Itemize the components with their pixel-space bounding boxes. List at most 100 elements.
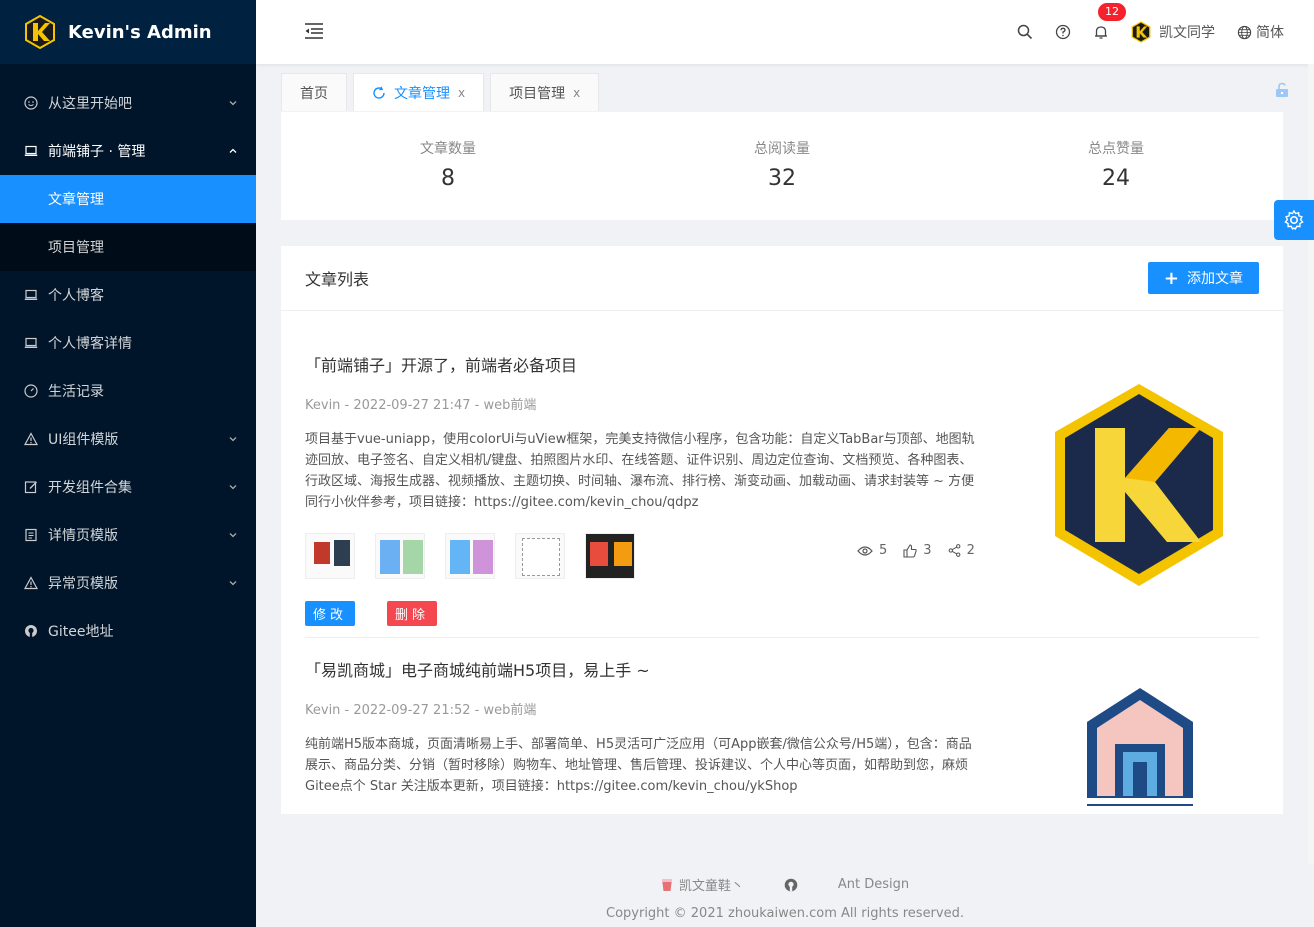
article-description: 纯前端H5版本商城，页面清晰易上手、部署简单、H5灵活可广泛应用（可App嵌套/… (305, 737, 972, 794)
divider (305, 637, 1259, 638)
sidebar-item-project-management[interactable]: 项目管理 (0, 223, 256, 271)
thumbnail-image[interactable] (515, 533, 565, 579)
thumbnail-image[interactable] (445, 533, 495, 579)
delete-button[interactable]: 删除 (387, 601, 438, 626)
profile-icon (24, 528, 38, 542)
card-title: 文章列表 (305, 270, 370, 289)
chevron-down-icon (229, 485, 237, 490)
chevron-down-icon (229, 581, 237, 586)
sidebar-item-error-templates[interactable]: 异常页模版 (0, 559, 256, 607)
stats-panel: 文章数量 8 总阅读量 32 总点赞量 24 (281, 112, 1283, 220)
views-stat: 5 (857, 543, 887, 558)
share-icon (948, 544, 960, 557)
settings-button[interactable] (1274, 200, 1314, 240)
unlock-icon[interactable] (1274, 82, 1290, 98)
brand[interactable]: Kevin's Admin (0, 0, 256, 64)
tab-label: 文章管理 (394, 85, 450, 102)
footer-link-github[interactable] (784, 878, 798, 892)
scrollbar[interactable] (1308, 64, 1314, 864)
tab-article-management[interactable]: 文章管理 x (353, 73, 485, 111)
tab-home[interactable]: 首页 (281, 73, 347, 111)
thumbnail-image[interactable] (585, 533, 635, 579)
stat-label: 总点赞量 (1088, 141, 1144, 157)
laptop-icon (24, 336, 38, 350)
like-icon (903, 543, 917, 558)
sidebar-item-detail-templates[interactable]: 详情页模版 (0, 511, 256, 559)
article-stats: 5 3 2 (857, 543, 975, 558)
sidebar-item-label: 异常页模版 (48, 576, 118, 592)
chevron-up-icon (229, 148, 237, 153)
user-name: 凯文同学 (1159, 25, 1215, 41)
tab-project-management[interactable]: 项目管理 x (490, 73, 600, 111)
sidebar-item-gitee[interactable]: Gitee地址 (0, 607, 256, 655)
chevron-down-icon (229, 101, 237, 106)
sidebar-item-ui-templates[interactable]: UI组件模版 (0, 415, 256, 463)
notification-badge: 12 (1097, 2, 1127, 22)
shares-stat[interactable]: 2 (948, 543, 975, 558)
sidebar-item-blog-detail[interactable]: 个人博客详情 (0, 319, 256, 367)
article-description: 项目基于vue-uniapp，使用colorUi与uView框架，完美支持微信小… (305, 432, 975, 510)
likes-count: 3 (923, 543, 932, 558)
sidebar-item-life[interactable]: 生活记录 (0, 367, 256, 415)
github-icon (24, 624, 38, 638)
sidebar-item-dev-components[interactable]: 开发组件合集 (0, 463, 256, 511)
warning-icon (24, 576, 38, 590)
laptop-icon (24, 288, 38, 302)
stat-label: 总阅读量 (754, 141, 810, 157)
search-button[interactable] (1017, 24, 1033, 40)
sidebar-item-label: UI组件模版 (48, 432, 119, 448)
stat-value: 24 (1102, 166, 1130, 191)
likes-stat[interactable]: 3 (903, 543, 932, 558)
question-circle-icon (1055, 24, 1071, 40)
article-title[interactable]: 「前端铺子」开源了，前端者必备项目 (305, 352, 1259, 376)
brand-logo-icon (25, 15, 55, 49)
sidebar-item-label: 文章管理 (48, 192, 104, 208)
sidebar-item-label: 生活记录 (48, 384, 104, 400)
sidebar-item-label: 前端铺子 · 管理 (48, 144, 146, 160)
chevron-down-icon (229, 533, 237, 538)
cup-icon (661, 878, 672, 891)
page-tabs: 首页 文章管理 x 项目管理 x (281, 73, 600, 111)
header-actions: 12 凯文同学 简体 (995, 0, 1284, 64)
github-icon (784, 878, 798, 891)
article-title[interactable]: 「易凯商城」电子商城纯前端H5项目，易上手 ~ (305, 657, 1259, 681)
language-label: 简体 (1256, 25, 1284, 41)
article-cover-image[interactable] (1051, 380, 1227, 590)
footer-link-label: Ant Design (837, 877, 910, 892)
user-menu[interactable]: 凯文同学 (1131, 21, 1215, 43)
footer-link-label: 凯文童鞋丶 (678, 879, 744, 894)
smile-icon (24, 96, 38, 110)
footer-links: 凯文童鞋丶 Ant Design (256, 875, 1314, 894)
language-switch[interactable]: 简体 (1237, 22, 1284, 42)
sidebar: Kevin's Admin 从这里开始吧 前端铺子 · 管理 文章管理 项目管理… (0, 0, 256, 927)
sidebar-item-article-management[interactable]: 文章管理 (0, 175, 256, 223)
tab-close-icon[interactable]: x (573, 86, 580, 100)
sidebar-item-frontend-shop[interactable]: 前端铺子 · 管理 (0, 127, 256, 175)
gear-icon (1284, 209, 1304, 231)
sidebar-item-start[interactable]: 从这里开始吧 (0, 79, 256, 127)
thumbnail-image[interactable] (305, 533, 355, 579)
article-actions: 修改 删除 (305, 601, 1259, 626)
sidebar-item-label: 开发组件合集 (48, 480, 132, 496)
notification-button[interactable]: 12 (1093, 2, 1127, 40)
brand-title: Kevin's Admin (68, 21, 212, 43)
menu-fold-icon[interactable] (304, 21, 324, 41)
stat-total-reads: 总阅读量 32 (615, 112, 949, 220)
thumbnail-image[interactable] (375, 533, 425, 579)
stat-article-count: 文章数量 8 (281, 112, 615, 220)
tab-close-icon[interactable]: x (458, 86, 465, 100)
footer-link-author[interactable]: 凯文童鞋丶 (661, 875, 744, 894)
edit-button[interactable]: 修改 (305, 601, 356, 626)
sidebar-item-blog[interactable]: 个人博客 (0, 271, 256, 319)
add-article-label: 添加文章 (1187, 271, 1243, 287)
article-cover-image[interactable] (1085, 686, 1195, 814)
help-button[interactable] (1055, 24, 1071, 40)
eye-icon (857, 545, 873, 556)
copyright: Copyright © 2021 zhoukaiwen.com All righ… (606, 906, 964, 921)
footer-link-antd[interactable]: Ant Design (838, 877, 909, 892)
add-article-button[interactable]: + 添加文章 (1147, 262, 1259, 294)
sidebar-item-label: Gitee地址 (48, 624, 114, 640)
plus-icon: + (1163, 267, 1179, 289)
laptop-icon (24, 144, 38, 158)
views-count: 5 (879, 543, 888, 558)
